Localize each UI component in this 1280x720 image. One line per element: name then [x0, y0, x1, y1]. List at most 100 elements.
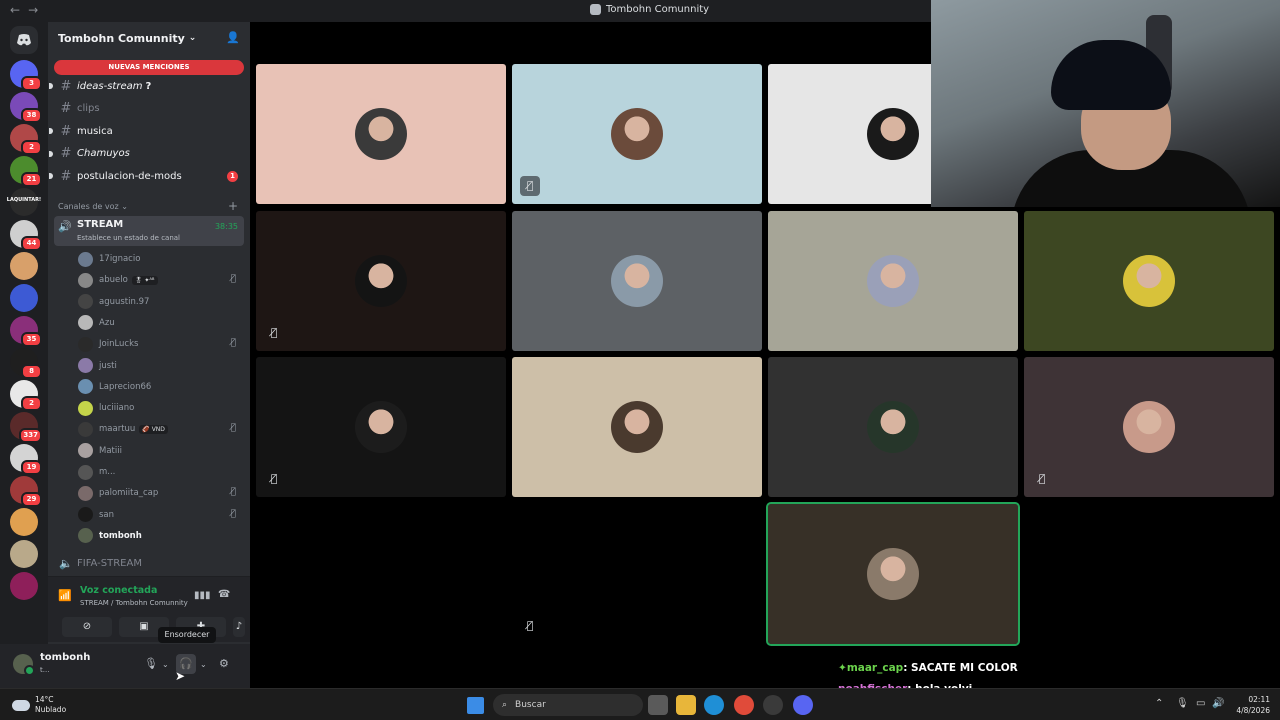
windows-start-icon[interactable] [467, 697, 484, 714]
voice-user[interactable]: palomiita_cap 🎙̸ [78, 483, 244, 503]
server-icon[interactable] [10, 540, 38, 568]
disconnect-icon[interactable]: ☎ [218, 589, 230, 600]
obs-icon[interactable] [763, 695, 783, 715]
server-icon[interactable]: 3 [10, 60, 42, 91]
tray-chevron-icon[interactable]: ⌃ [1155, 698, 1163, 709]
channel-name: Chamuyos [77, 148, 130, 159]
discord-taskbar-icon[interactable] [793, 695, 813, 715]
username[interactable]: tombonh [40, 652, 90, 663]
windows-taskbar: 14°C Nublado ⌕ Buscar ⌃ 🎙 ▭ 🔊 02:11 4/8/202… [0, 688, 1280, 720]
voice-channel-status[interactable]: Establece un estado de canal [77, 234, 180, 242]
forward-icon[interactable]: → [28, 3, 46, 17]
network-icon[interactable]: ▭ [1196, 698, 1205, 709]
server-icon[interactable] [10, 252, 38, 280]
server-icon[interactable] [10, 572, 38, 600]
avatar [78, 485, 93, 501]
mic-tray-icon[interactable]: 🎙 [1176, 698, 1189, 709]
participant-tile[interactable] [768, 357, 1018, 497]
discord-home-icon[interactable] [10, 26, 38, 54]
participant-tile[interactable] [256, 503, 506, 644]
voice-user-name: Azu [99, 317, 115, 328]
server-icon[interactable]: 35 [10, 316, 42, 347]
voice-user[interactable]: abuelo 🎖 ✦ᴬᴮ 🎙̸ [78, 270, 244, 290]
participant-tile[interactable] [512, 357, 762, 497]
voice-user[interactable]: luciiiano [78, 398, 244, 418]
participant-tile[interactable] [766, 501, 1020, 646]
muted-mic-icon: 🎙̸ [230, 338, 236, 349]
voice-user[interactable]: tombonh [78, 526, 244, 546]
nav-arrows[interactable]: ←→ [10, 3, 46, 17]
server-icon[interactable]: 38 [10, 92, 42, 123]
task-view-icon[interactable] [648, 695, 668, 715]
voice-user[interactable]: Laprecion66 [78, 377, 244, 397]
voice-user[interactable]: 17ignacio [78, 249, 244, 269]
server-icon[interactable] [10, 508, 38, 536]
server-icon[interactable] [10, 284, 38, 312]
channel-Chamuyos[interactable]: # Chamuyos [49, 144, 244, 164]
gear-icon[interactable]: ⚙ [219, 657, 229, 670]
participant-tile[interactable] [512, 210, 762, 351]
volume-icon[interactable]: 🔊 [1212, 698, 1224, 709]
chat-prefix: ✦ [838, 661, 847, 674]
server-icon[interactable]: 19 [10, 444, 42, 475]
back-icon[interactable]: ← [10, 3, 28, 17]
muted-mic-icon: 🎙̸ [230, 487, 236, 498]
server-icon[interactable]: 29 [10, 476, 42, 507]
search-box[interactable]: ⌕ Buscar [493, 694, 643, 716]
noise-suppression-icon[interactable]: ▮▮▮ [194, 590, 211, 601]
clock[interactable]: 02:11 4/8/2026 [1228, 694, 1270, 716]
channel-name: musica [77, 125, 113, 137]
server-icon[interactable]: 2 [10, 124, 42, 155]
server-icon[interactable]: 44 [10, 220, 42, 251]
microphone-icon[interactable]: 🎙 [144, 657, 158, 670]
voice-status[interactable]: Voz conectada [80, 585, 157, 596]
edge-icon[interactable] [704, 695, 724, 715]
participant-tile[interactable] [256, 64, 506, 204]
channel-ideas-stream[interactable]: # ideas-stream? [49, 76, 244, 96]
guild-header[interactable]: Tombohn Comunnity ⌄ 👤 [48, 22, 250, 54]
server-icon[interactable]: 337 [10, 412, 42, 443]
new-mentions-bar[interactable]: NUEVAS MENCIONES [54, 60, 244, 75]
channel-musica[interactable]: # musica [49, 121, 244, 141]
voice-user[interactable]: Matiii [78, 441, 244, 461]
voice-user-name: JoinLucks [99, 339, 139, 350]
voice-category[interactable]: Canales de voz ⌄ + [58, 199, 244, 213]
muted-mic-icon: 🎙̸ [520, 176, 540, 196]
voice-channel-stream[interactable]: 🔊 STREAM Establece un estado de canal 38… [54, 216, 244, 246]
voice-location[interactable]: STREAM / Tombohn Comunnity [80, 599, 188, 607]
chevron-down-icon[interactable]: ⌄ [162, 660, 169, 669]
invite-people-icon[interactable]: 👤 [226, 31, 240, 44]
add-channel-icon[interactable]: + [228, 199, 238, 213]
avatar [867, 254, 919, 307]
server-badge: 2 [21, 140, 42, 155]
soundboard-button[interactable]: ♪ [233, 617, 245, 637]
channel-clips[interactable]: # clips [58, 99, 244, 119]
chrome-icon[interactable] [734, 695, 754, 715]
signal-icon[interactable]: 📶 [58, 589, 72, 602]
voice-user[interactable]: maartuu 🏈 VND 🎙̸ [78, 419, 244, 439]
participant-tile[interactable]: 🎙̸ [256, 210, 506, 351]
voice-channel-fifa[interactable]: 🔈 FIFA-STREAM [58, 553, 244, 573]
participant-tile[interactable]: 🎙̸ [512, 503, 762, 644]
voice-user[interactable]: Azu [78, 313, 244, 333]
server-icon[interactable]: 8 [10, 348, 42, 379]
file-explorer-icon[interactable] [676, 695, 696, 715]
voice-user[interactable]: JoinLucks 🎙̸ [78, 334, 244, 354]
camera-button[interactable]: ⊘ [62, 617, 112, 637]
voice-user[interactable]: justi [78, 356, 244, 376]
server-icon[interactable]: 21 [10, 156, 42, 187]
voice-user[interactable]: san 🎙̸ [78, 505, 244, 525]
participant-tile[interactable]: 🎙̸ [256, 357, 506, 497]
participant-tile[interactable] [1024, 210, 1274, 351]
weather-widget[interactable]: 14°C Nublado [12, 695, 66, 715]
channel-postulacion-de-mods[interactable]: # postulacion-de-mods 1 [49, 166, 244, 186]
voice-user[interactable]: m... [78, 462, 244, 482]
avatar[interactable] [13, 654, 35, 676]
server-icon[interactable]: 2 [10, 380, 42, 411]
chevron-down-icon[interactable]: ⌄ [200, 660, 207, 669]
voice-user[interactable]: aguustin.97 [78, 292, 244, 312]
participant-tile[interactable]: 🎙̸ [1024, 357, 1274, 497]
server-icon[interactable]: LAQUINTAR! [7, 188, 41, 216]
participant-tile[interactable] [768, 210, 1018, 351]
participant-tile[interactable]: 🎙̸ [512, 64, 762, 204]
